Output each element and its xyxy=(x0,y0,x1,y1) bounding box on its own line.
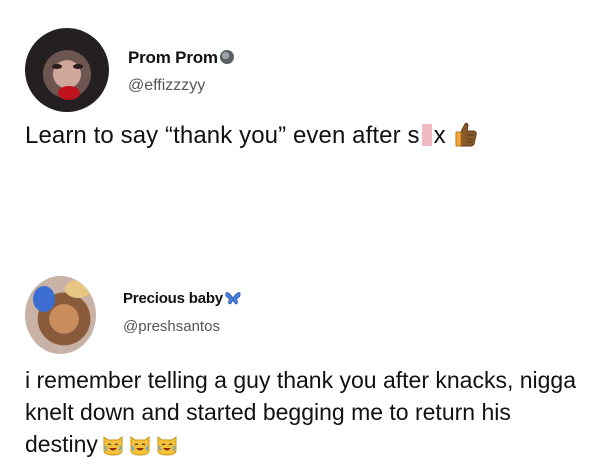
avatar-eye xyxy=(73,64,83,69)
cat-laughing-icon xyxy=(155,432,179,464)
avatar-hair xyxy=(65,280,91,298)
user-handle[interactable]: @preshsantos xyxy=(123,318,220,335)
avatar-eye xyxy=(52,64,62,69)
tweet-text: i remember telling a guy thank you after… xyxy=(25,364,585,464)
display-name-text: Prom Prom xyxy=(128,48,218,67)
cat-laughing-icon xyxy=(128,432,152,464)
tweet-card-1: Prom Prom @effizzzyy Learn to say “thank… xyxy=(0,0,594,245)
butterfly-icon xyxy=(225,291,241,309)
tweet-text-part-2: x xyxy=(433,122,446,149)
tweet-card-2: Precious baby @preshsantos i remember te… xyxy=(0,245,594,476)
censor-block xyxy=(421,124,432,146)
avatar-headphone xyxy=(33,286,55,312)
cat-laughing-icon xyxy=(101,432,125,464)
tweet-text-part-1: Learn to say “thank you” even after s xyxy=(25,122,420,149)
user-handle[interactable]: @effizzzyy xyxy=(128,77,205,95)
thumbs-up-icon xyxy=(455,121,479,155)
display-name[interactable]: Prom Prom xyxy=(128,48,234,68)
moon-badge-icon xyxy=(219,50,234,64)
display-name[interactable]: Precious baby xyxy=(123,290,241,309)
tweet-text: Learn to say “thank you” even after s x xyxy=(25,121,479,155)
avatar[interactable] xyxy=(25,276,96,354)
display-name-text: Precious baby xyxy=(123,290,223,307)
avatar-lips xyxy=(58,86,80,100)
avatar[interactable] xyxy=(25,28,109,112)
